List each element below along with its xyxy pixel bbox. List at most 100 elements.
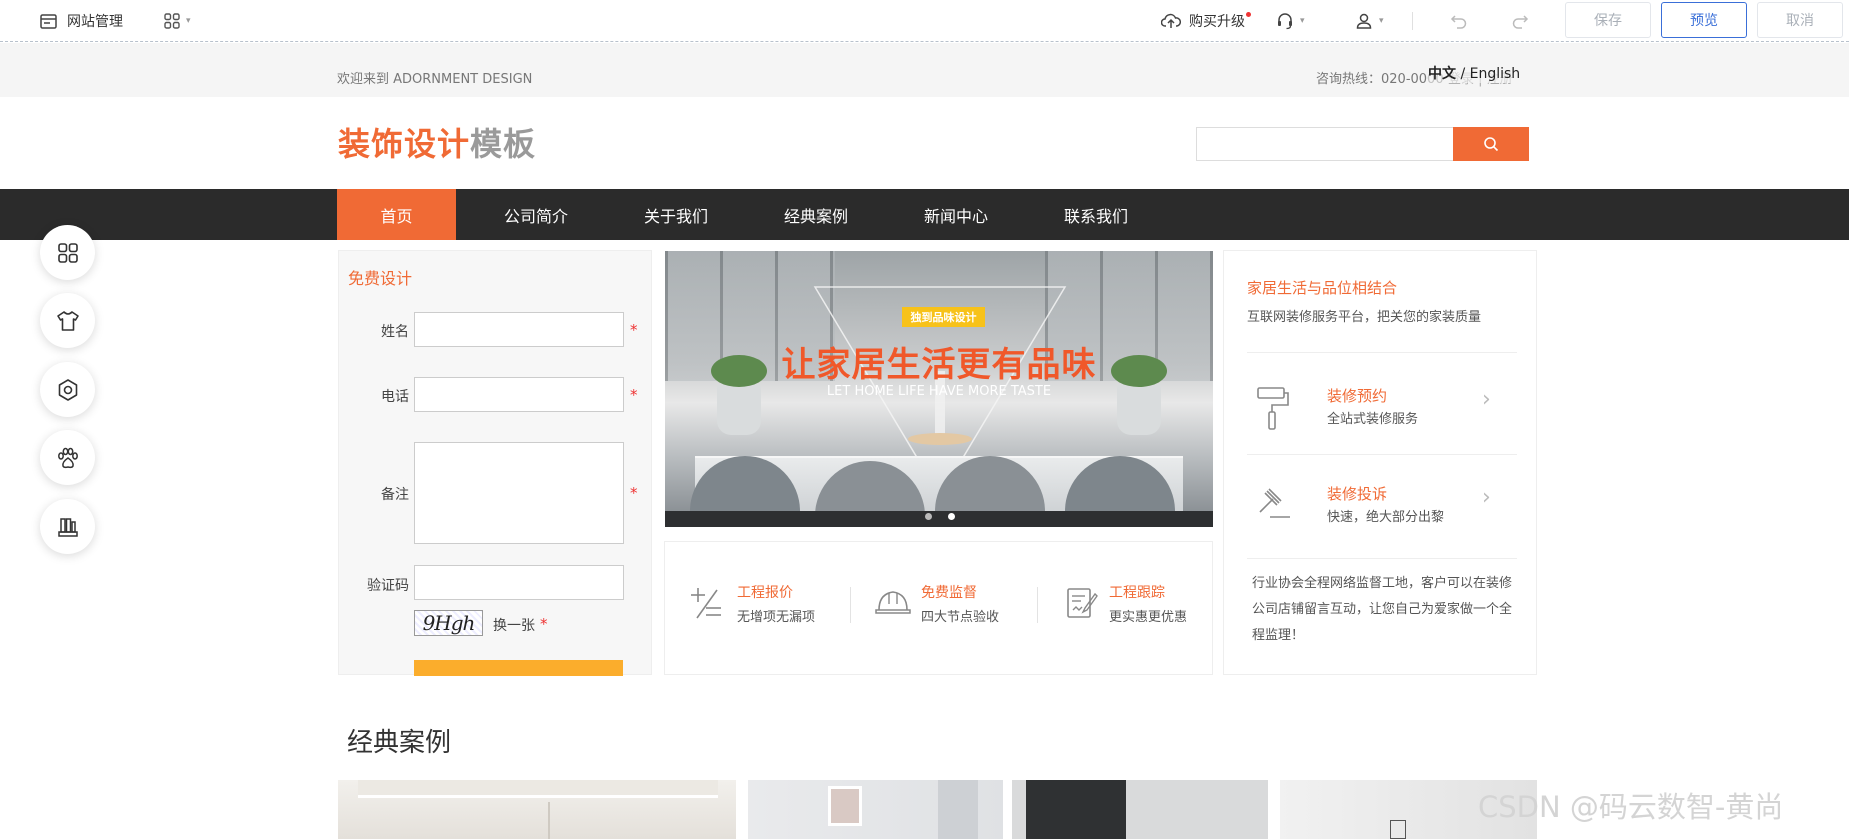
nav-contact[interactable]: 联系我们 [1036, 189, 1156, 240]
site-topbar: 欢迎来到 ADORNMENT DESIGN 咨询热线：020-0000 登录 |… [0, 43, 1849, 97]
main-nav: 首页 公司简介 关于我们 经典案例 新闻中心 联系我们 [0, 189, 1849, 240]
required-mark: * [630, 386, 638, 404]
case-detail [1390, 820, 1406, 839]
language-switch: 中文 / English [1428, 63, 1521, 83]
books-icon [57, 516, 79, 538]
service-item-sub: 快速，绝大部分出黎 [1327, 510, 1445, 525]
undo-button[interactable] [1450, 0, 1468, 42]
document-pen-icon [1065, 586, 1099, 620]
submit-button[interactable] [414, 660, 623, 676]
features-strip: 工程报价 无增项无漏项 免费监督 四大节点验收 工程跟踪 更实惠更优惠 [664, 541, 1213, 675]
captcha-image[interactable]: 9Hgh [414, 610, 483, 636]
chevron-right-icon[interactable]: › [1482, 485, 1491, 510]
captcha-refresh-link[interactable]: 换一张 [493, 615, 535, 635]
logo-part-a: 装饰设计 [338, 125, 471, 163]
site-manage-label: 网站管理 [67, 14, 123, 30]
feature-divider [850, 587, 851, 623]
settings-tool[interactable] [40, 362, 95, 417]
paint-roller-icon [1256, 386, 1290, 432]
case-tv [1026, 780, 1126, 839]
service-subtitle: 互联网装修服务平台，把关您的家装质量 [1247, 310, 1482, 325]
service-item-title[interactable]: 装修投诉 [1327, 483, 1387, 504]
nav-cases[interactable]: 经典案例 [756, 189, 876, 240]
support-menu[interactable]: ▾ [1276, 0, 1305, 42]
case-thumbnail[interactable] [1012, 780, 1268, 839]
nav-about-us[interactable]: 关于我们 [616, 189, 736, 240]
carousel-dot-active[interactable] [948, 513, 955, 520]
case-ceiling [358, 780, 718, 798]
service-description: 行业协会全程网络监督工地，客户可以在装修公司店铺留言互动，让您自己为爱家做一个全… [1252, 576, 1513, 643]
banner-subtitle: LET HOME LIFE HAVE MORE TASTE [826, 384, 1052, 399]
grid-icon [57, 242, 79, 264]
user-menu[interactable]: ▾ [1355, 0, 1384, 42]
site-logo[interactable]: 装饰设计模板 [338, 119, 536, 165]
chevron-down-icon: ▾ [1300, 16, 1305, 26]
remark-label: 备注 [381, 487, 409, 503]
upgrade-button[interactable]: 购买升级 [1161, 0, 1251, 42]
shirt-icon [56, 310, 80, 332]
search-input[interactable] [1196, 127, 1454, 161]
plus-minus-icon [689, 586, 723, 620]
feature-sub: 无增项无漏项 [737, 610, 816, 625]
headset-icon [1276, 12, 1294, 30]
nav-home[interactable]: 首页 [337, 189, 456, 240]
service-title: 家居生活与品位相结合 [1247, 279, 1398, 297]
banner-title: 让家居生活更有品味 [781, 345, 1097, 385]
divider [1247, 352, 1517, 353]
phone-field[interactable] [414, 377, 624, 412]
case-thumbnail[interactable] [748, 780, 1003, 839]
cases-section-title: 经典案例 [347, 728, 452, 758]
welcome-text: 欢迎来到 ADORNMENT DESIGN [337, 72, 533, 87]
name-label: 姓名 [381, 324, 409, 340]
service-panel: 家居生活与品位相结合 互联网装修服务平台，把关您的家装质量 装修预约 全站式装修… [1223, 250, 1537, 675]
feature-item[interactable]: 工程跟踪 更实惠更优惠 [1109, 582, 1187, 625]
required-mark: * [630, 321, 638, 339]
service-item-title[interactable]: 装修预约 [1327, 385, 1387, 406]
apps-menu[interactable]: ▾ [164, 0, 191, 42]
gear-icon [56, 378, 80, 402]
csdn-watermark: CSDN @码云数智-黄尚 [1478, 790, 1784, 824]
search-icon [1483, 136, 1499, 152]
pets-tool[interactable] [40, 430, 95, 485]
lang-cn-link[interactable]: 中文 [1428, 66, 1456, 82]
nav-news[interactable]: 新闻中心 [896, 189, 1016, 240]
theme-tool[interactable] [40, 293, 95, 348]
name-field[interactable] [414, 312, 624, 347]
hotline-text: 咨询热线：020-0000 [1316, 72, 1444, 87]
gavel-icon [1256, 485, 1292, 521]
captcha-field[interactable] [414, 565, 624, 600]
library-tool[interactable] [40, 499, 95, 554]
components-tool[interactable] [40, 225, 95, 280]
redo-button[interactable] [1511, 0, 1529, 42]
search-button[interactable] [1453, 127, 1529, 161]
grid-icon [164, 13, 180, 29]
lang-en-link[interactable]: English [1470, 66, 1521, 82]
feature-item[interactable]: 工程报价 无增项无漏项 [737, 582, 815, 625]
logo-part-b: 模板 [470, 125, 537, 163]
case-detail [548, 802, 550, 839]
feature-title: 工程跟踪 [1109, 585, 1165, 601]
chevron-right-icon[interactable]: › [1482, 387, 1491, 412]
feature-title: 免费监督 [921, 585, 977, 601]
preview-button[interactable]: 预览 [1661, 2, 1747, 38]
cancel-button[interactable]: 取消 [1757, 2, 1843, 38]
nav-about-company[interactable]: 公司简介 [476, 189, 596, 240]
feature-title: 工程报价 [737, 585, 793, 601]
window-icon [40, 13, 57, 29]
undo-icon [1450, 13, 1468, 29]
lang-separator: / [1460, 66, 1466, 82]
carousel-dot[interactable] [925, 513, 932, 520]
redo-icon [1511, 13, 1529, 29]
notification-dot [1246, 11, 1251, 17]
required-mark: * [630, 484, 638, 502]
cloud-upload-icon [1161, 13, 1181, 29]
hero-banner: 独到品味设计 让家居生活更有品味 LET HOME LIFE HAVE MORE… [665, 251, 1213, 527]
site-manage-menu[interactable]: 网站管理 [40, 0, 123, 42]
case-thumbnail[interactable] [338, 780, 736, 839]
toolbar-divider [1412, 12, 1413, 30]
service-item-sub: 全站式装修服务 [1327, 412, 1419, 427]
save-button[interactable]: 保存 [1565, 2, 1651, 38]
captcha-label: 验证码 [367, 578, 409, 594]
remark-textarea[interactable] [414, 442, 624, 544]
feature-item[interactable]: 免费监督 四大节点验收 [921, 582, 999, 625]
